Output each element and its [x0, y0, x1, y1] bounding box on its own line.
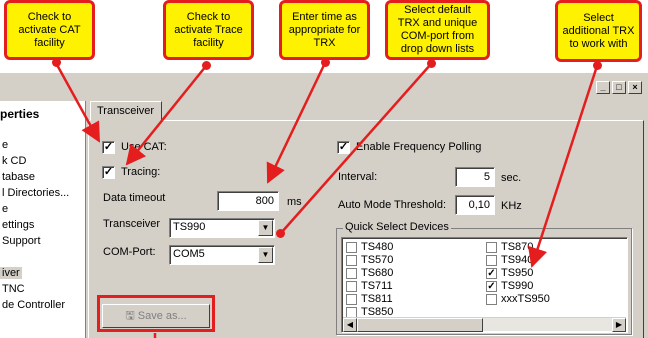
device-label: TS950: [501, 267, 534, 279]
device-label: xxxTS950: [501, 293, 550, 305]
horizontal-scrollbar[interactable]: ◀ ▶: [343, 317, 626, 332]
callout-dot: [202, 61, 211, 70]
quick-select-title: Quick Select Devices: [343, 221, 451, 233]
device-checkbox[interactable]: [486, 294, 497, 305]
transceiver-value: TS990: [173, 221, 206, 233]
device-checkbox[interactable]: [346, 281, 357, 292]
title-bar: _ □ ×: [0, 73, 648, 95]
tree-header: perties: [0, 107, 40, 121]
device-label: TS811: [361, 293, 393, 305]
maximize-button[interactable]: □: [612, 81, 626, 94]
device-label: TS940: [501, 254, 534, 266]
use-cat-checkbox[interactable]: ✓: [102, 141, 115, 154]
quick-select-group: Quick Select Devices TS480 TS570 TS680 TS71…: [336, 221, 632, 335]
enable-polling-label: Enable Frequency Polling: [356, 141, 482, 153]
window-controls: _ □ ×: [596, 81, 642, 94]
chevron-down-icon[interactable]: ▼: [258, 220, 273, 236]
callout-dot: [321, 58, 330, 67]
com-port-label: COM-Port:: [103, 246, 156, 258]
tree-item-selected[interactable]: iver: [0, 267, 22, 279]
callout-default-trx: Select default TRX and unique COM-port f…: [385, 0, 490, 60]
transceiver-label: Transceiver: [103, 218, 161, 230]
device-label: TS870: [501, 241, 534, 253]
options-tree: perties e k CD tabase l Directories... e…: [0, 101, 86, 338]
com-port-value: COM5: [173, 248, 205, 260]
tab-transceiver[interactable]: Transceiver: [90, 101, 162, 121]
data-timeout-label: Data timeout: [103, 192, 166, 204]
tree-item[interactable]: Support: [2, 235, 41, 247]
scroll-left-icon[interactable]: ◀: [343, 318, 357, 332]
callout-additional-trx: Select additional TRX to work with: [555, 0, 642, 62]
tree-item[interactable]: k CD: [2, 155, 26, 167]
device-checkbox[interactable]: [346, 242, 357, 253]
device-checkbox[interactable]: ✓: [486, 268, 497, 279]
minimize-button[interactable]: _: [596, 81, 610, 94]
device-checkbox[interactable]: [486, 255, 497, 266]
tree-item[interactable]: de Controller: [2, 299, 65, 311]
device-checkbox[interactable]: [346, 294, 357, 305]
device-label: TS711: [361, 280, 393, 292]
callout-cat: Check to activate CAT facility: [4, 0, 95, 60]
auto-mode-input[interactable]: 0,10: [455, 195, 495, 215]
device-label: TS480: [361, 241, 394, 253]
interval-input[interactable]: 5: [455, 167, 495, 187]
tracing-label: Tracing:: [121, 166, 161, 178]
interval-unit: sec.: [501, 172, 522, 184]
tracing-checkbox[interactable]: ✓: [102, 166, 115, 179]
device-label: TS680: [361, 267, 394, 279]
callout-dot: [52, 58, 61, 67]
device-label: TS990: [501, 280, 534, 292]
scroll-thumb[interactable]: [357, 318, 483, 332]
device-checkbox[interactable]: [486, 242, 497, 253]
device-label: TS570: [361, 254, 394, 266]
scroll-right-icon[interactable]: ▶: [612, 318, 626, 332]
device-checkbox[interactable]: ✓: [486, 281, 497, 292]
interval-label: Interval:: [338, 171, 378, 183]
use-cat-label: Use CAT:: [121, 141, 167, 153]
chevron-down-icon[interactable]: ▼: [258, 247, 273, 263]
data-timeout-unit: ms: [287, 196, 302, 208]
data-timeout-input[interactable]: 800: [217, 191, 279, 211]
tree-item[interactable]: l Directories...: [2, 187, 69, 199]
callout-time: Enter time as appropriate for TRX: [279, 0, 370, 60]
auto-mode-label: Auto Mode Threshold:: [338, 199, 447, 211]
callout-dot: [276, 229, 285, 238]
quick-select-list[interactable]: TS480 TS570 TS680 TS711 TS811 TS850 TS870 TS94…: [341, 237, 628, 333]
close-button[interactable]: ×: [628, 81, 642, 94]
transceiver-select[interactable]: TS990 ▼: [169, 218, 275, 238]
tree-item[interactable]: e: [2, 203, 8, 215]
save-highlight-frame: [97, 295, 215, 332]
callout-dot: [427, 59, 436, 68]
auto-mode-unit: KHz: [501, 200, 522, 212]
com-port-select[interactable]: COM5 ▼: [169, 245, 275, 265]
callout-dot: [593, 61, 602, 70]
enable-polling-checkbox[interactable]: ✓: [337, 141, 350, 154]
tree-item[interactable]: tabase: [2, 171, 35, 183]
tree-item[interactable]: ettings: [2, 219, 34, 231]
tree-item[interactable]: e: [2, 139, 8, 151]
device-checkbox[interactable]: [346, 268, 357, 279]
callout-trace: Check to activate Trace facility: [163, 0, 254, 60]
device-checkbox[interactable]: [346, 255, 357, 266]
tree-item[interactable]: TNC: [2, 283, 25, 295]
